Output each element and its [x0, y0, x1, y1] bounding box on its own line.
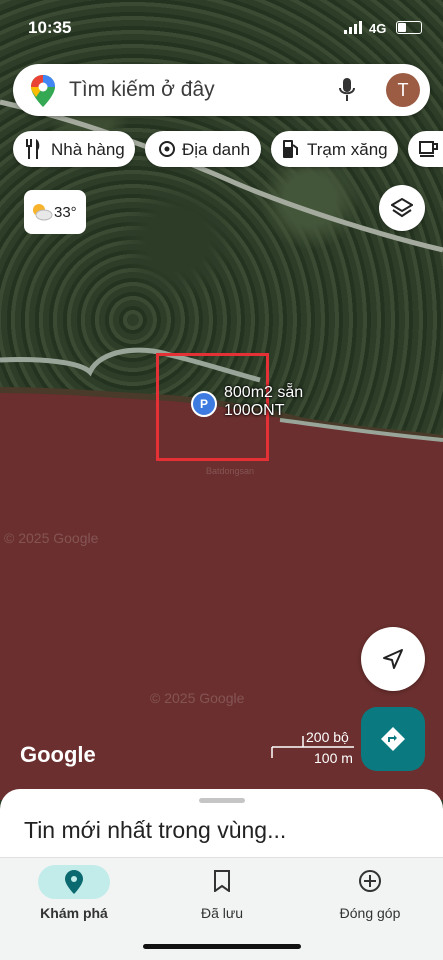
coffee-icon	[419, 141, 438, 157]
map-watermark: © 2025 Google	[150, 690, 245, 706]
directions-button[interactable]	[361, 707, 425, 771]
gas-station-icon	[283, 140, 298, 158]
partly-cloudy-icon	[33, 204, 53, 221]
chip-restaurants[interactable]: Nhà hàng	[13, 131, 135, 167]
my-location-button[interactable]	[361, 627, 425, 691]
scale-bar: 200 bộ 100 m	[270, 728, 354, 768]
status-bar: 10:35 4G	[0, 0, 443, 56]
layers-icon	[391, 197, 413, 218]
chip-gas-stations[interactable]: Trạm xăng	[271, 131, 398, 167]
maps-logo-icon	[31, 75, 55, 107]
sheet-handle[interactable]	[199, 798, 245, 803]
weather-temp: 33°	[54, 204, 77, 221]
search-bar[interactable]: Tìm kiếm ở đây T	[13, 64, 430, 116]
search-input[interactable]: Tìm kiếm ở đây	[69, 78, 215, 102]
navigation-arrow-icon	[383, 649, 403, 669]
chip-label: Trạm xăng	[307, 140, 388, 159]
nav-contribute[interactable]: Đóng góp	[296, 858, 443, 928]
microphone-icon[interactable]	[339, 78, 355, 102]
network-type: 4G	[369, 21, 387, 36]
battery-icon	[396, 21, 422, 34]
scale-imperial: 200 bộ	[306, 729, 349, 745]
bookmark-icon	[214, 870, 230, 892]
nav-saved[interactable]: Đã lưu	[148, 858, 296, 928]
add-circle-icon	[359, 870, 381, 892]
status-time: 10:35	[28, 18, 72, 37]
weather-badge[interactable]: 33°	[24, 190, 86, 234]
marker-label-line1: 800m2 sẵn	[224, 384, 304, 401]
chip-label: Địa danh	[182, 140, 251, 159]
bottom-sheet[interactable]: Tin mới nhất trong vùng...	[0, 789, 443, 859]
landmark-icon	[159, 141, 175, 157]
nav-label: Khám phá	[40, 905, 108, 921]
parking-pin-icon[interactable]: P	[191, 391, 217, 417]
nav-label: Đóng góp	[339, 905, 401, 921]
explore-pin-icon	[65, 870, 83, 894]
directions-icon	[381, 727, 405, 751]
layers-button[interactable]	[379, 185, 425, 231]
restaurant-icon	[26, 139, 40, 159]
nav-label: Đã lưu	[200, 905, 244, 921]
map-watermark: Batdongsan	[206, 466, 255, 476]
marker-label-line2: 100ONT	[224, 402, 285, 419]
map-watermark: © 2025 Google	[4, 530, 99, 546]
chip-label: Nhà hàng	[51, 140, 125, 159]
chip-more[interactable]	[408, 131, 443, 167]
nav-explore[interactable]: Khám phá	[0, 858, 148, 928]
chip-landmarks[interactable]: Địa danh	[145, 131, 261, 167]
sheet-title: Tin mới nhất trong vùng...	[24, 817, 287, 843]
home-indicator[interactable]	[143, 944, 301, 949]
marker-label[interactable]: 800m2 sẵn 100ONT	[224, 384, 303, 420]
signal-icon	[344, 21, 362, 34]
scale-metric: 100 m	[314, 750, 353, 766]
google-logo: Google	[20, 742, 96, 767]
avatar[interactable]: T	[386, 73, 420, 107]
